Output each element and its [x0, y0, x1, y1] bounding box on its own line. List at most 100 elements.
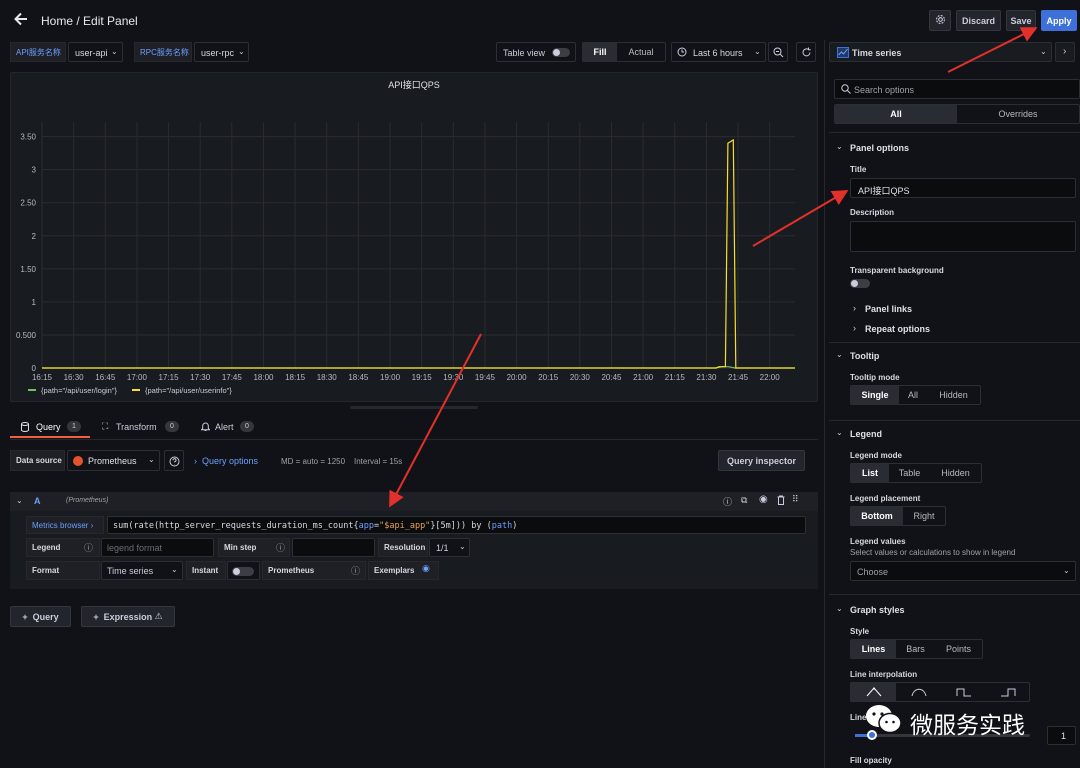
- trash-icon[interactable]: [777, 495, 785, 507]
- visualization-value: Time series: [852, 48, 902, 58]
- x-tick-label: 16:30: [64, 373, 85, 382]
- tooltip-single[interactable]: Single: [851, 386, 899, 404]
- query-row-header[interactable]: ⌄ A (Prometheus) ⓘ ⧉ ◉ ⠿: [10, 492, 818, 511]
- style-points[interactable]: Points: [935, 640, 982, 658]
- fill-actual-switch[interactable]: Fill Actual: [582, 42, 666, 62]
- resolution-select[interactable]: 1/1 ⌄: [429, 538, 470, 557]
- add-query-button[interactable]: + Query: [10, 606, 71, 627]
- query-options-toggle[interactable]: › Query options: [194, 456, 258, 466]
- format-select[interactable]: Time series ⌄: [101, 561, 183, 580]
- line-width-input[interactable]: 1: [1047, 726, 1076, 745]
- datasource-picker[interactable]: Prometheus ⌄: [67, 450, 160, 471]
- legend-values-select[interactable]: Choose ⌄: [850, 561, 1076, 581]
- tab-all[interactable]: All: [835, 105, 957, 123]
- expr-part: }[5m])) by (: [430, 521, 492, 531]
- actual-option[interactable]: Actual: [617, 43, 665, 61]
- panel-links-header[interactable]: Panel links: [865, 304, 912, 314]
- save-button[interactable]: Save: [1006, 10, 1036, 31]
- visualization-picker[interactable]: Time series ⌄: [829, 42, 1052, 62]
- x-tick-label: 19:45: [475, 373, 496, 382]
- title-input[interactable]: API接口QPS: [850, 178, 1076, 198]
- eye-icon[interactable]: ◉: [759, 494, 768, 505]
- legend-placement-radio[interactable]: Bottom Right: [850, 506, 946, 526]
- x-tick-label: 20:15: [538, 373, 559, 382]
- chevron-down-icon: ⌄: [1040, 47, 1047, 56]
- chevron-down-icon[interactable]: ⌄: [836, 350, 843, 359]
- var-select-api[interactable]: user-api ⌄: [68, 42, 123, 62]
- tab-overrides[interactable]: Overrides: [957, 105, 1079, 123]
- query-ds-name: (Prometheus): [66, 497, 109, 504]
- chevron-down-icon[interactable]: ⌄: [836, 428, 843, 437]
- collapse-options-button[interactable]: ›: [1055, 42, 1075, 62]
- refresh-button[interactable]: [796, 42, 816, 62]
- promql-editor[interactable]: sum(rate(http_server_requests_duration_m…: [107, 516, 806, 534]
- back-arrow-icon[interactable]: [12, 10, 32, 30]
- options-tabs[interactable]: All Overrides: [834, 104, 1080, 124]
- transparent-background-toggle[interactable]: [850, 279, 870, 288]
- interpolation-step-after-icon[interactable]: [986, 683, 1029, 701]
- legend-placement-bottom[interactable]: Bottom: [851, 507, 903, 525]
- style-lines[interactable]: Lines: [851, 640, 896, 658]
- graph-styles-header[interactable]: Graph styles: [850, 605, 905, 615]
- duplicate-icon[interactable]: ⧉: [741, 495, 747, 506]
- chevron-down-icon: ⌄: [171, 565, 178, 574]
- interpolation-step-before-icon[interactable]: [941, 683, 986, 701]
- min-step-input[interactable]: [292, 538, 375, 557]
- var-select-rpc[interactable]: user-rpc ⌄: [194, 42, 249, 62]
- chevron-down-icon: ⌄: [148, 455, 155, 464]
- expr-label-key: app: [358, 521, 374, 531]
- query-inspector-button[interactable]: Query inspector: [718, 450, 805, 471]
- x-tick-label: 17:45: [222, 373, 243, 382]
- tooltip-all[interactable]: All: [899, 386, 927, 404]
- legend-values-description: Select values or calculations to show in…: [850, 548, 1016, 557]
- table-view-toggle[interactable]: Table view: [496, 42, 576, 62]
- description-textarea[interactable]: [850, 221, 1076, 252]
- interpolation-linear-icon[interactable]: [851, 683, 896, 701]
- chevron-right-icon[interactable]: ›: [853, 303, 856, 313]
- tab-alert[interactable]: Alert 0: [198, 418, 262, 438]
- legend-mode-radio[interactable]: List Table Hidden: [850, 463, 982, 483]
- legend-header[interactable]: Legend: [850, 429, 882, 439]
- query-options-label: Query options: [202, 456, 259, 466]
- tab-query[interactable]: Query 1: [10, 418, 90, 438]
- collapse-icon[interactable]: ⌄: [16, 496, 23, 505]
- discard-button[interactable]: Discard: [956, 10, 1001, 31]
- panel-options-header[interactable]: Panel options: [850, 143, 909, 153]
- query-ref-id[interactable]: A: [34, 496, 41, 506]
- tooltip-header[interactable]: Tooltip: [850, 351, 879, 361]
- help-icon[interactable]: ⓘ: [723, 495, 732, 508]
- tab-transform[interactable]: ⛶ Transform 0: [100, 418, 186, 438]
- breadcrumb[interactable]: Home / Edit Panel: [41, 14, 138, 28]
- tooltip-mode-radio[interactable]: Single All Hidden: [850, 385, 981, 405]
- x-tick-label: 21:30: [696, 373, 717, 382]
- datasource-help-button[interactable]: [164, 450, 184, 471]
- style-radio[interactable]: Lines Bars Points: [850, 639, 983, 659]
- metrics-browser-button[interactable]: Metrics browser ›: [26, 516, 104, 534]
- legend-mode-hidden[interactable]: Hidden: [930, 464, 981, 482]
- repeat-options-header[interactable]: Repeat options: [865, 324, 930, 334]
- instant-toggle[interactable]: [227, 561, 260, 580]
- search-options-input[interactable]: Search options: [834, 79, 1080, 99]
- legend-format-input[interactable]: legend format: [101, 538, 214, 557]
- line-interpolation-radio[interactable]: [850, 682, 1030, 702]
- chevron-down-icon: ⌄: [1063, 566, 1070, 575]
- zoom-out-button[interactable]: [768, 42, 788, 62]
- time-range-picker[interactable]: Last 6 hours ⌄: [671, 42, 766, 62]
- add-expression-button[interactable]: + Expression ⚠: [81, 606, 175, 627]
- tooltip-hidden[interactable]: Hidden: [927, 386, 980, 404]
- fill-option[interactable]: Fill: [583, 43, 617, 61]
- chevron-down-icon[interactable]: ⌄: [836, 604, 843, 613]
- drag-handle-icon[interactable]: ⠿: [792, 494, 799, 505]
- legend-placement-right[interactable]: Right: [903, 507, 945, 525]
- exemplars-eye-icon[interactable]: ◉: [422, 563, 430, 574]
- info-icon: ⓘ: [351, 566, 361, 576]
- legend-mode-list[interactable]: List: [851, 464, 889, 482]
- apply-button[interactable]: Apply: [1041, 10, 1077, 31]
- style-bars[interactable]: Bars: [896, 640, 935, 658]
- settings-button[interactable]: [929, 10, 951, 31]
- chevron-right-icon[interactable]: ›: [853, 323, 856, 333]
- chevron-down-icon[interactable]: ⌄: [836, 142, 843, 151]
- splitter-handle[interactable]: [350, 406, 478, 409]
- legend-mode-table[interactable]: Table: [889, 464, 930, 482]
- interpolation-smooth-icon[interactable]: [896, 683, 941, 701]
